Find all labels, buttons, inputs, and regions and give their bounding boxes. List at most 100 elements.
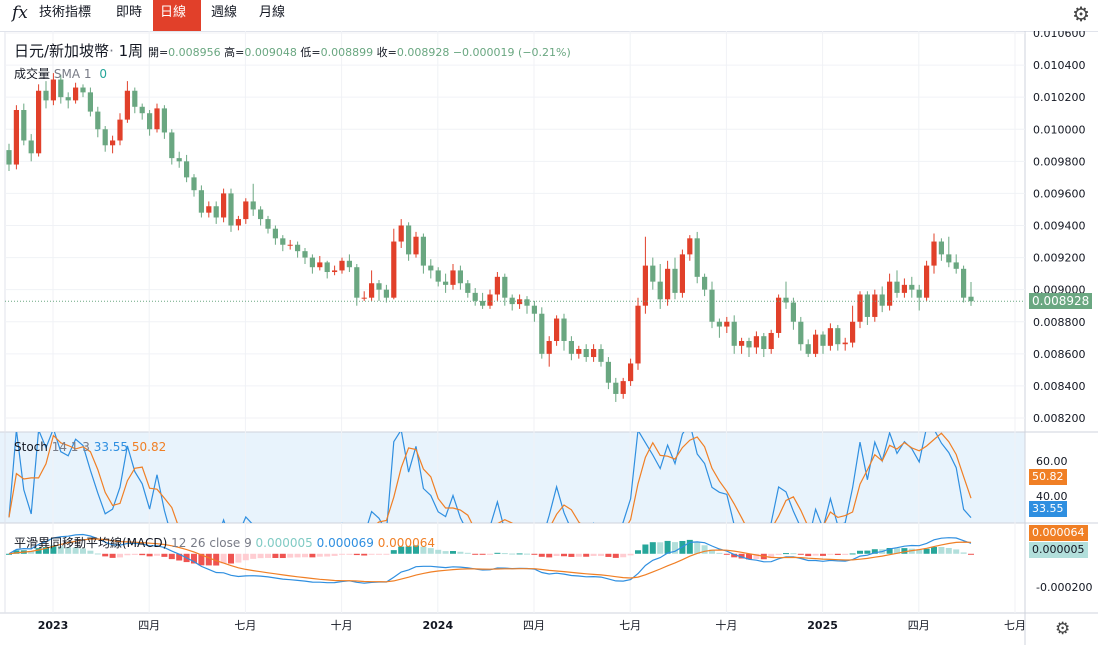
candle-body [605, 361, 611, 383]
candle-body [953, 262, 959, 269]
time-axis-label: 2025 [807, 619, 838, 632]
candle-body [968, 296, 974, 302]
macd-histogram-bar [775, 553, 782, 555]
candle-body [361, 297, 367, 299]
macd-histogram-bar [953, 549, 960, 554]
candle-body [221, 193, 227, 218]
candle-body [546, 341, 552, 354]
macd-histogram-bar [257, 553, 264, 559]
candle-body [872, 294, 878, 317]
macd-histogram-bar [857, 550, 863, 554]
time-axis-label: 四月 [138, 619, 160, 632]
macd-histogram-bar [509, 553, 516, 555]
candle-body [561, 318, 567, 341]
macd-histogram-bar [324, 553, 331, 557]
candle-body [73, 87, 79, 101]
candle-body [709, 289, 715, 322]
chart[interactable]: 2023 四月 七月 十月 2024 四月 七月 十月 2025 四月 七月 0.010600 0.01… [0, 31, 1098, 645]
macd-histogram-bar [102, 553, 109, 557]
tab-monthly[interactable]: 月線 [252, 0, 292, 31]
candle-body [406, 225, 412, 255]
macd-histogram-bar [87, 550, 94, 554]
macd-histogram-bar [864, 550, 871, 554]
candle-body [50, 79, 56, 101]
candle-body [265, 219, 271, 229]
candle-body [494, 276, 500, 295]
macd-histogram-bar [649, 542, 656, 554]
candle-body [894, 281, 900, 293]
candle-body [650, 265, 656, 282]
macd-histogram-bar [168, 553, 175, 560]
macd-histogram-bar [627, 553, 634, 556]
candle-body [147, 113, 153, 130]
time-axis-label: 七月 [234, 619, 256, 632]
macd-histogram-bar [827, 553, 834, 555]
volume-legend: 成交量 SMA 1 0 [14, 65, 107, 82]
candle-body [850, 321, 856, 343]
tab-realtime[interactable]: 即時 [109, 0, 149, 31]
change-value: −0.000019 [452, 46, 515, 59]
candle-body [369, 283, 375, 298]
macd-histogram-bar [812, 553, 819, 556]
stoch-axis-label: 60.00 [1036, 455, 1068, 468]
current-price-tag: 0.008928 [1029, 293, 1093, 309]
candle-body [554, 318, 560, 341]
candle-body [250, 201, 256, 210]
candle-body [346, 260, 352, 268]
candle-body [295, 244, 301, 252]
tab-indicators[interactable]: 技術指標 [32, 0, 98, 31]
macd-histogram-bar [146, 553, 153, 557]
macd-histogram-bar [583, 553, 590, 557]
indicator-fx-icon[interactable]: fx [12, 3, 28, 23]
macd-histogram-bar [250, 553, 257, 559]
macd-histogram-bar [294, 553, 301, 558]
macd-histogram-bar [575, 553, 582, 557]
candle-body [169, 132, 175, 159]
candle-body [938, 241, 944, 255]
candle-body [805, 344, 811, 354]
candle-body [924, 265, 930, 298]
macd-histogram-bar [279, 553, 286, 559]
macd-histogram-bar [923, 548, 930, 554]
candle-body [857, 294, 863, 322]
macd-histogram-bar [161, 553, 168, 557]
macd-histogram-bar [605, 553, 612, 557]
macd-histogram-bar [805, 553, 812, 557]
macd-histogram-bar [664, 540, 671, 554]
candle-body [383, 289, 389, 298]
candle-body [317, 262, 323, 268]
stoch-k-value: 33.55 [93, 440, 129, 454]
macd-histogram-bar [124, 553, 131, 556]
macd-histogram-bar [553, 553, 560, 556]
close-value: 0.008928 [396, 46, 450, 59]
settings-gear-icon[interactable]: ⚙ [1072, 2, 1090, 26]
macd-histogram-bar [546, 553, 553, 558]
high-label: 高= [224, 46, 245, 59]
candle-body [132, 90, 138, 107]
candle-body [95, 111, 101, 130]
macd-histogram-bar [945, 547, 952, 554]
axis-settings-gear-icon[interactable]: ⚙ [1055, 619, 1070, 639]
candle-body [583, 349, 589, 358]
candle-body [909, 284, 915, 290]
tab-daily[interactable]: 日線 [153, 0, 201, 31]
candle-body [398, 225, 404, 242]
candle-body [161, 108, 167, 133]
candle-body [783, 297, 789, 303]
macd-histogram-bar [205, 553, 212, 566]
tab-weekly[interactable]: 週線 [204, 0, 244, 31]
candle-body [961, 268, 967, 298]
macd-histogram-bar [464, 552, 471, 554]
macd-histogram-bar [442, 551, 449, 554]
candle-body [228, 193, 234, 226]
macd-hist-tag: 0.000005 [1029, 542, 1088, 558]
candle-body [665, 268, 671, 300]
candle-body [332, 270, 338, 273]
candle-body [827, 328, 833, 346]
stoch-d-value: 50.82 [131, 440, 167, 454]
candle-body [472, 292, 478, 301]
time-axis-label: 2024 [422, 619, 453, 632]
main-legend: 日元/新加坡幣· 1周 開=0.008956 高=0.009048 低=0.00… [14, 42, 571, 60]
candle-body [154, 108, 160, 130]
candle-body [901, 284, 907, 293]
